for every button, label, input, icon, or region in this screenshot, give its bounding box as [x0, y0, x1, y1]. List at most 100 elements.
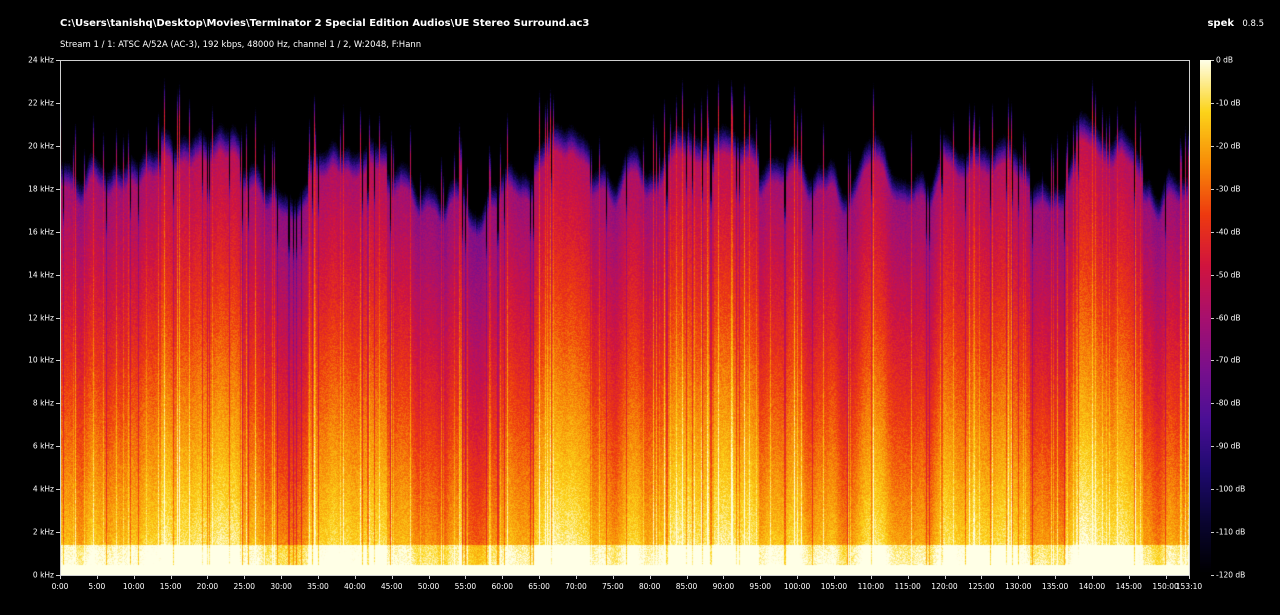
time-tick-mark — [96, 575, 98, 579]
frequency-tick-label: 10 kHz — [28, 355, 54, 365]
db-tick-mark — [1211, 575, 1214, 576]
app-version: 0.8.5 — [1242, 19, 1264, 29]
time-tick-mark — [870, 575, 872, 579]
db-tick-mark — [1211, 403, 1214, 405]
time-tick-label: 25:00 — [233, 582, 256, 591]
time-tick-label: 140:00 — [1078, 582, 1106, 591]
time-tick-mark — [391, 575, 393, 579]
time-tick-mark — [833, 575, 835, 579]
time-tick-mark — [207, 575, 209, 579]
frequency-tick-label: 2 kHz — [32, 527, 54, 537]
time-tick-label: 120:00 — [931, 582, 958, 591]
time-tick-label: 65:00 — [528, 582, 550, 591]
time-tick-label: 0:00 — [51, 582, 69, 591]
db-tick-label: -120 dB — [1216, 570, 1246, 580]
time-tick-mark — [465, 575, 467, 579]
time-tick-label: 45:00 — [380, 582, 403, 591]
time-tick-label: 130:00 — [1005, 582, 1032, 591]
db-tick-mark — [1211, 360, 1214, 362]
db-tick-label: -100 dB — [1216, 484, 1246, 494]
time-tick-mark — [612, 575, 614, 579]
time-tick-mark — [244, 575, 246, 579]
time-tick-mark — [981, 575, 983, 579]
time-tick-label: 55:00 — [454, 582, 477, 591]
db-tick-label: -50 dB — [1216, 270, 1241, 280]
frequency-tick-label: 4 kHz — [32, 484, 54, 494]
frequency-tick-label: 8 kHz — [32, 398, 54, 408]
time-tick-mark — [1055, 575, 1057, 579]
time-tick-label: 90:00 — [712, 582, 735, 591]
frequency-tick-mark — [56, 360, 60, 362]
time-tick-mark — [1188, 575, 1190, 579]
db-tick-label: -90 dB — [1216, 441, 1241, 451]
frequency-tick-label: 0 kHz — [32, 570, 54, 580]
time-tick-mark — [723, 575, 725, 579]
time-tick-mark — [354, 575, 356, 579]
db-tick-label: -80 dB — [1216, 398, 1241, 408]
time-tick-mark — [502, 575, 504, 579]
db-tick-label: -70 dB — [1216, 355, 1241, 365]
frequency-tick-mark — [56, 231, 60, 233]
db-tick-mark — [1211, 317, 1214, 319]
time-tick-mark — [428, 575, 430, 579]
time-tick-mark — [1128, 575, 1130, 579]
db-tick-mark — [1211, 274, 1214, 276]
app-name: spek — [1207, 18, 1234, 29]
time-tick-label: 35:00 — [307, 582, 329, 591]
frequency-tick-mark — [56, 102, 60, 104]
time-tick-label: 10:00 — [122, 582, 145, 591]
db-tick-mark — [1211, 446, 1214, 448]
frequency-tick-mark — [56, 145, 60, 147]
time-tick-label: 70:00 — [565, 582, 587, 591]
db-tick-mark — [1211, 102, 1214, 104]
db-tick-label: -10 dB — [1216, 98, 1241, 108]
frequency-tick-label: 20 kHz — [28, 141, 54, 151]
time-tick-label: 75:00 — [602, 582, 624, 591]
db-tick-label: 0 dB — [1216, 55, 1234, 65]
time-tick-label: 50:00 — [417, 582, 440, 591]
frequency-tick-label: 24 kHz — [28, 55, 54, 65]
frequency-tick-label: 12 kHz — [28, 313, 54, 322]
time-tick-mark — [944, 575, 946, 579]
frequency-tick-mark — [56, 403, 60, 405]
frequency-tick-label: 18 kHz — [28, 184, 54, 194]
db-tick-mark — [1211, 145, 1214, 147]
frequency-tick-mark — [56, 60, 60, 61]
time-tick-label: 115:00 — [894, 582, 921, 591]
time-tick-label: 15:00 — [159, 582, 182, 591]
time-tick-label: 85:00 — [675, 582, 698, 591]
time-tick-mark — [686, 575, 688, 579]
time-tick-mark — [133, 575, 135, 579]
time-tick-label: 153:10 — [1175, 582, 1203, 591]
file-path-title: C:\Users\tanishq\Desktop\Movies\Terminat… — [60, 18, 590, 29]
time-tick-mark — [760, 575, 762, 579]
time-tick-mark — [60, 575, 61, 579]
db-tick-mark — [1211, 532, 1214, 534]
stream-info: Stream 1 / 1: ATSC A/52A (AC-3), 192 kbp… — [60, 40, 422, 50]
time-tick-label: 135:00 — [1041, 582, 1069, 591]
db-tick-label: -20 dB — [1216, 141, 1241, 151]
db-tick-mark — [1211, 60, 1214, 61]
frequency-tick-mark — [56, 188, 60, 190]
time-tick-label: 5:00 — [88, 582, 106, 591]
time-tick-mark — [907, 575, 909, 579]
time-tick-mark — [281, 575, 283, 579]
time-tick-label: 110:00 — [857, 582, 884, 591]
db-tick-label: -40 dB — [1216, 227, 1241, 237]
spectrogram-plot[interactable] — [60, 60, 1189, 575]
time-tick-label: 95:00 — [749, 582, 772, 591]
time-tick-mark — [797, 575, 799, 579]
time-tick-mark — [1091, 575, 1093, 579]
time-tick-mark — [170, 575, 172, 579]
db-tick-mark — [1211, 188, 1214, 190]
time-tick-label: 40:00 — [344, 582, 366, 591]
time-tick-label: 20:00 — [196, 582, 219, 591]
time-tick-label: 80:00 — [638, 582, 661, 591]
frequency-tick-mark — [56, 532, 60, 534]
frequency-tick-mark — [56, 317, 60, 319]
db-tick-label: -110 dB — [1216, 527, 1246, 537]
frequency-tick-mark — [56, 274, 60, 276]
time-tick-label: 105:00 — [820, 582, 848, 591]
frequency-tick-mark — [56, 446, 60, 448]
time-tick-label: 100:00 — [783, 582, 811, 591]
